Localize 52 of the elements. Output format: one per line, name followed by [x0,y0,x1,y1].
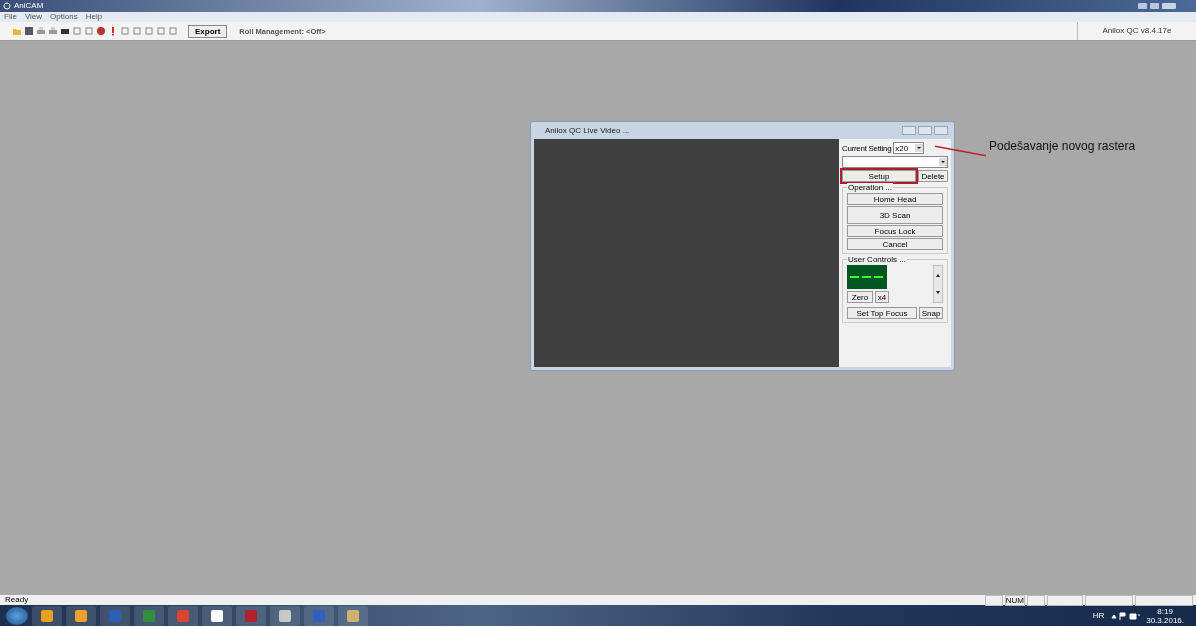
digital-display-icon [847,265,887,289]
snap-button[interactable]: Snap [919,307,943,319]
menu-item[interactable]: File [4,12,17,22]
operation-button[interactable]: Cancel [847,238,943,250]
taskbar-button[interactable] [66,605,96,626]
operation-button[interactable]: Focus Lock [847,225,943,237]
status-indicator: NUM [1004,594,1025,606]
dropdown-arrow-icon[interactable] [939,158,947,166]
operation-button[interactable]: 3D Scan [847,206,943,224]
clock[interactable]: 8:19 30.3.2016. [1146,606,1184,625]
menu-item[interactable]: Options [50,12,78,22]
annotation-text: Podešavanje novog rastera [989,139,1136,153]
start-button[interactable] [6,606,28,625]
language-indicator[interactable]: HR [1092,611,1105,620]
zero-button[interactable]: Zero [847,291,873,303]
taskbar-button[interactable] [32,605,62,626]
version-label: Anilox QC v8.4.17e [1077,22,1196,40]
leader-line [935,145,986,157]
window-title: AniCAM [14,0,44,12]
operation-button[interactable]: Home Head [847,193,943,205]
close-button[interactable] [934,126,948,135]
delete-button[interactable]: Delete [918,170,948,182]
menu-item[interactable]: View [24,12,43,22]
setting-dropdown[interactable]: x20 [893,142,925,154]
group-title: User Controls ... [847,255,907,264]
tray-icons[interactable] [1110,611,1141,620]
status-pane [984,594,1003,606]
dropdown[interactable] [842,156,948,168]
stop-icon[interactable] [96,26,106,36]
menu-item[interactable]: Help [85,12,103,22]
taskbar-button[interactable] [202,605,232,626]
taskbar-button[interactable] [270,605,300,626]
setup-button[interactable]: Setup [842,170,916,182]
x4-button[interactable]: x4 [875,291,889,303]
minimize-button[interactable] [902,126,916,135]
export-button[interactable]: Export [188,24,228,38]
set-top-focus-button[interactable]: Set Top Focus [847,307,917,319]
dropdown-arrow-icon[interactable] [915,144,924,152]
close-button[interactable] [1162,3,1176,9]
status-pane [1135,594,1193,606]
status-pane [1027,594,1045,606]
status-pane [1047,594,1083,606]
maximize-button[interactable] [918,126,932,135]
group-title: Operation ... [847,183,894,192]
maximize-button[interactable] [1150,3,1159,9]
current-setting-label: Current Setting [842,143,892,153]
app-icon [3,2,11,10]
status-text: Ready [5,595,29,605]
spin-buttons-icon[interactable] [933,265,943,303]
window-title: Anilox QC Live Video ... [545,126,630,135]
minimize-button[interactable] [1138,3,1147,9]
status-pane [1085,594,1133,606]
